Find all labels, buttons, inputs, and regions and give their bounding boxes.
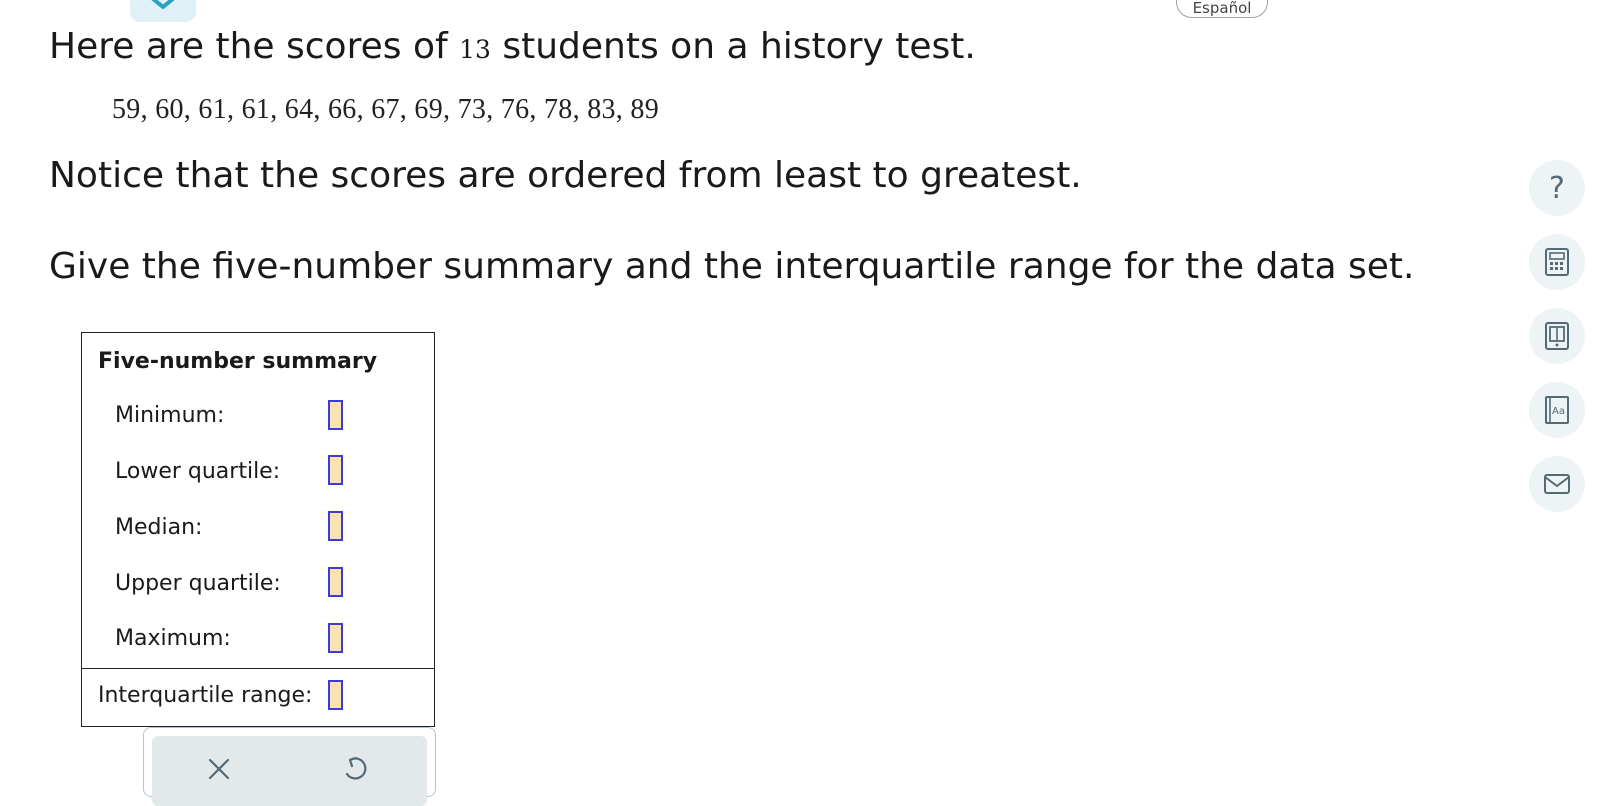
five-number-summary-panel: Five-number summary Minimum: Lower quart…: [81, 332, 435, 727]
svg-text:Aa: Aa: [1552, 406, 1565, 417]
mail-icon: [1544, 474, 1570, 494]
undo-icon[interactable]: [340, 754, 370, 784]
interquartile-range-input[interactable]: [328, 680, 343, 710]
section-divider: [82, 668, 434, 669]
interquartile-range-label: Interquartile range:: [98, 683, 313, 708]
score-data-list: 59, 60, 61, 61, 64, 66, 67, 69, 73, 76, …: [112, 94, 659, 125]
median-input[interactable]: [328, 511, 343, 541]
student-count: 13: [459, 35, 491, 64]
ordered-notice: Notice that the scores are ordered from …: [49, 155, 1082, 196]
maximum-label: Maximum:: [115, 626, 231, 651]
calculator-button[interactable]: [1529, 234, 1585, 290]
calculator-icon: [1545, 248, 1569, 276]
question-prompt: Give the five-number summary and the int…: [49, 246, 1415, 287]
x-icon[interactable]: [204, 754, 234, 784]
language-button[interactable]: Español: [1176, 0, 1268, 18]
minimum-label: Minimum:: [115, 403, 225, 428]
textbook-icon: [1545, 322, 1569, 350]
dictionary-icon: Aa: [1545, 396, 1569, 424]
chevron-down-icon: [151, 0, 175, 9]
maximum-input[interactable]: [328, 623, 343, 653]
message-button[interactable]: [1529, 456, 1585, 512]
textbook-button[interactable]: [1529, 308, 1585, 364]
lower-quartile-label: Lower quartile:: [115, 459, 281, 484]
minimum-input[interactable]: [328, 400, 343, 430]
upper-quartile-label: Upper quartile:: [115, 571, 281, 596]
lower-quartile-input[interactable]: [328, 455, 343, 485]
summary-title: Five-number summary: [98, 349, 378, 374]
intro-text-start: Here are the scores of: [49, 26, 460, 67]
collapse-tab[interactable]: [130, 0, 196, 22]
median-label: Median:: [115, 515, 203, 540]
dictionary-button[interactable]: Aa: [1529, 382, 1585, 438]
help-button[interactable]: ?: [1529, 160, 1585, 216]
question-intro: Here are the scores of 13 students on a …: [49, 26, 976, 67]
upper-quartile-input[interactable]: [328, 567, 343, 597]
action-bar: [152, 736, 427, 806]
question-icon: ?: [1549, 171, 1565, 206]
intro-text-end: students on a history test.: [490, 26, 976, 67]
